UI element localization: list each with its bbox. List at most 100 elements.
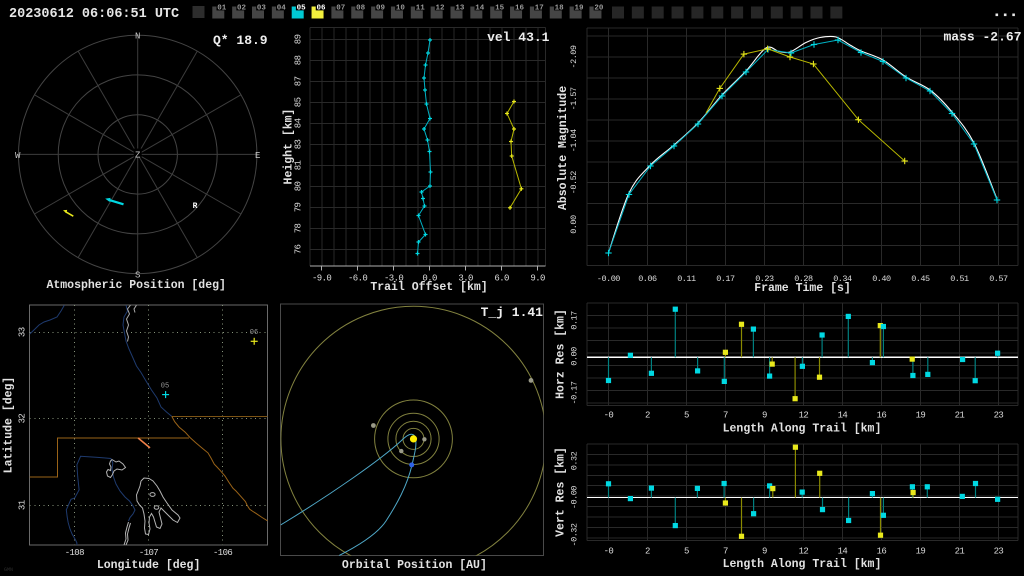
svg-text:76: 76	[294, 245, 304, 255]
svg-text:-0.32: -0.32	[569, 523, 579, 546]
svg-text:79: 79	[294, 202, 304, 212]
svg-text:6.0: 6.0	[494, 274, 509, 284]
svg-text:21: 21	[955, 547, 965, 557]
svg-text:18: 18	[555, 4, 565, 12]
svg-text:R: R	[193, 202, 198, 211]
svg-text:0.51: 0.51	[950, 274, 969, 284]
svg-text:9: 9	[762, 411, 767, 421]
svg-text:-0: -0	[604, 547, 614, 557]
svg-text:0.00: 0.00	[569, 347, 579, 366]
svg-text:16: 16	[877, 411, 887, 421]
svg-text:20230612 06:06:51 UTC: 20230612 06:06:51 UTC	[9, 7, 179, 22]
svg-text:-1.04: -1.04	[569, 129, 579, 152]
svg-text:-0.17: -0.17	[569, 381, 579, 404]
svg-text:21: 21	[955, 411, 965, 421]
svg-text:0.32: 0.32	[569, 451, 579, 470]
svg-text:12: 12	[799, 411, 809, 421]
svg-text:Atmospheric Position [deg]: Atmospheric Position [deg]	[46, 279, 225, 292]
svg-text:17: 17	[535, 4, 544, 12]
svg-text:5: 5	[684, 547, 689, 557]
svg-text:23: 23	[994, 411, 1004, 421]
svg-text:05: 05	[161, 383, 169, 391]
svg-text:0.06: 0.06	[638, 274, 657, 284]
svg-text:88: 88	[294, 55, 304, 65]
svg-text:09: 09	[376, 4, 386, 12]
svg-text:Absolute Magnitude: Absolute Magnitude	[557, 86, 570, 210]
svg-text:16: 16	[877, 547, 887, 557]
svg-text:2: 2	[645, 547, 650, 557]
svg-text:78: 78	[294, 223, 304, 233]
svg-text:Length Along Trail [km]: Length Along Trail [km]	[723, 558, 882, 571]
svg-text:16: 16	[515, 4, 525, 12]
svg-text:9: 9	[762, 547, 767, 557]
svg-text:GMN: GMN	[4, 567, 13, 573]
svg-text:10: 10	[396, 4, 406, 12]
svg-text:13: 13	[455, 4, 465, 12]
svg-text:07: 07	[336, 4, 345, 12]
svg-text:11: 11	[416, 4, 426, 12]
svg-text:15: 15	[495, 4, 505, 12]
svg-text:06: 06	[316, 4, 326, 12]
svg-text:19: 19	[574, 4, 584, 12]
svg-text:89: 89	[294, 34, 304, 44]
svg-text:-2.09: -2.09	[569, 45, 579, 68]
svg-text:06: 06	[250, 329, 258, 337]
svg-text:31: 31	[18, 500, 28, 510]
svg-text:Height [km]: Height [km]	[283, 109, 296, 185]
svg-text:7: 7	[723, 547, 728, 557]
svg-text:02: 02	[237, 4, 247, 12]
svg-text:mass -2.67: mass -2.67	[943, 30, 1021, 45]
svg-text:14: 14	[838, 547, 848, 557]
svg-text:9.0: 9.0	[530, 274, 545, 284]
svg-text:-107: -107	[139, 548, 158, 558]
svg-text:-6.0: -6.0	[348, 274, 367, 284]
svg-text:0.00: 0.00	[569, 215, 579, 234]
svg-text:19: 19	[916, 411, 926, 421]
svg-text:W: W	[15, 151, 21, 161]
svg-text:-0.00: -0.00	[597, 274, 620, 284]
svg-text:E: E	[255, 151, 260, 161]
svg-text:Orbital Position [AU]: Orbital Position [AU]	[342, 559, 487, 572]
svg-text:12: 12	[799, 547, 809, 557]
svg-text:Length Along Trail [km]: Length Along Trail [km]	[723, 423, 882, 436]
svg-text:12: 12	[436, 4, 446, 12]
svg-text:7: 7	[723, 411, 728, 421]
svg-text:-9.0: -9.0	[312, 274, 331, 284]
svg-text:32: 32	[18, 414, 28, 424]
svg-text:05: 05	[297, 4, 307, 12]
svg-text:2: 2	[645, 411, 650, 421]
svg-text:Q* 18.9: Q* 18.9	[213, 33, 268, 48]
svg-text:-0.00: -0.00	[569, 486, 579, 509]
svg-text:Trail Offset [km]: Trail Offset [km]	[370, 281, 487, 294]
svg-text:-1.57: -1.57	[569, 87, 579, 110]
svg-text:0.40: 0.40	[872, 274, 891, 284]
svg-text:23: 23	[994, 547, 1004, 557]
svg-text:-106: -106	[213, 548, 232, 558]
svg-text:19: 19	[916, 547, 926, 557]
svg-text:04: 04	[277, 4, 287, 12]
svg-text:14: 14	[475, 4, 485, 12]
svg-text:Frame Time [s]: Frame Time [s]	[754, 282, 851, 295]
svg-text:01: 01	[217, 4, 227, 12]
svg-text:-108: -108	[65, 548, 84, 558]
svg-text:20: 20	[594, 4, 604, 12]
svg-text:Longitude [deg]: Longitude [deg]	[97, 559, 201, 572]
svg-text:14: 14	[838, 411, 848, 421]
svg-text:0.11: 0.11	[677, 274, 696, 284]
svg-text:0.45: 0.45	[911, 274, 930, 284]
svg-text:T_j 1.41: T_j 1.41	[481, 305, 544, 320]
svg-text:85: 85	[294, 97, 304, 107]
svg-text:Vert Res [km]: Vert Res [km]	[555, 447, 568, 537]
svg-text:Latitude [deg]: Latitude [deg]	[3, 377, 16, 474]
svg-text:03: 03	[257, 4, 267, 12]
svg-text:08: 08	[356, 4, 366, 12]
svg-text:87: 87	[294, 76, 304, 86]
svg-text:0.17: 0.17	[569, 311, 579, 330]
svg-text:0.17: 0.17	[716, 274, 735, 284]
svg-text:0.57: 0.57	[989, 274, 1008, 284]
svg-text:Horz Res [km]: Horz Res [km]	[555, 309, 568, 399]
svg-text:-0.52: -0.52	[569, 171, 579, 194]
svg-text:N: N	[135, 32, 140, 42]
svg-text:-0: -0	[604, 411, 614, 421]
svg-text:vel 43.1: vel 43.1	[487, 30, 550, 45]
